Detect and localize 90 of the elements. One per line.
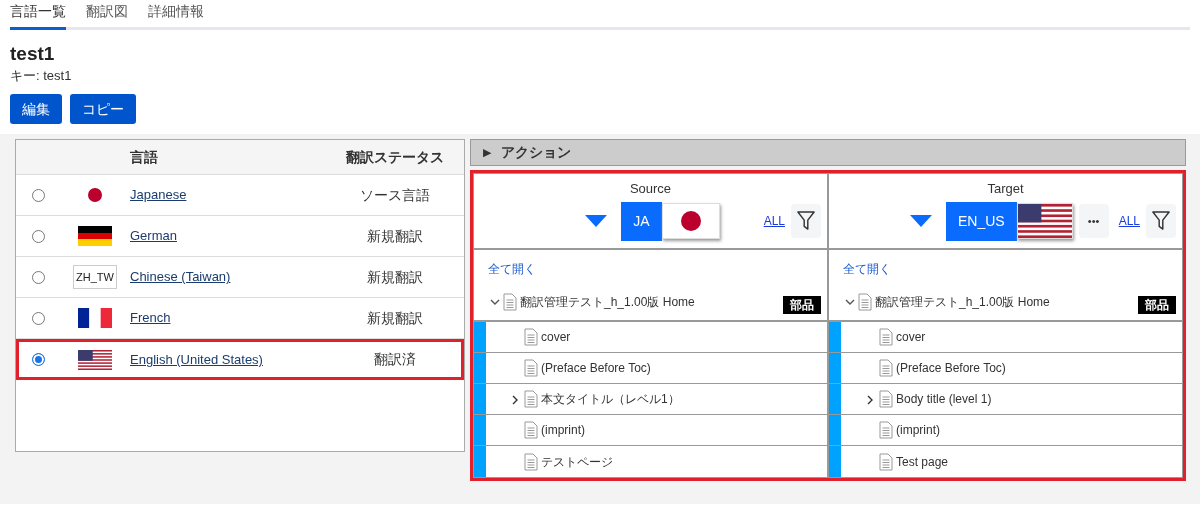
- tree-item[interactable]: (Preface Before Toc): [896, 359, 1006, 377]
- status-bar: [474, 415, 486, 445]
- document-icon: [879, 390, 893, 408]
- dropdown-icon[interactable]: [909, 214, 932, 228]
- copy-button[interactable]: コピー: [70, 94, 136, 124]
- status-bar: [829, 415, 841, 445]
- status-bar: [829, 353, 841, 383]
- all-link[interactable]: ALL: [1118, 212, 1140, 230]
- status-bar: [474, 384, 486, 414]
- expand-chevron-icon[interactable]: [512, 394, 518, 405]
- collapse-chevron-icon[interactable]: [490, 298, 500, 306]
- collapse-chevron-icon[interactable]: [845, 298, 855, 306]
- tree-item[interactable]: 本文タイトル（レベル1）: [541, 390, 680, 408]
- column-header: 言語: [130, 148, 158, 165]
- document-icon: [879, 452, 893, 471]
- flag-icon: [78, 308, 112, 328]
- language-link[interactable]: French: [130, 310, 171, 326]
- flag-icon: [78, 349, 112, 370]
- flag-icon: [88, 188, 102, 202]
- status-bar: [829, 446, 841, 477]
- expand-chevron-icon[interactable]: [867, 394, 873, 405]
- status-text: 新規翻訳: [366, 268, 423, 285]
- document-icon: [879, 421, 893, 439]
- status-bar: [829, 322, 841, 352]
- document-icon: [858, 293, 872, 311]
- flag-icon: [662, 204, 719, 238]
- status-text: 新規翻訳: [366, 227, 423, 244]
- flag-label: ZH_TW: [73, 264, 117, 290]
- status-text: ソース言語: [359, 186, 430, 203]
- status-bar: [829, 384, 841, 414]
- selected-row[interactable]: English (United States) 翻訳済: [16, 339, 464, 380]
- status-bar: [474, 353, 486, 383]
- flag-icon: [1017, 204, 1072, 238]
- edit-button[interactable]: 編集: [10, 94, 62, 124]
- pane-heading: Target: [987, 181, 1024, 196]
- document-icon: [524, 390, 538, 408]
- tab[interactable]: 詳細情報: [148, 1, 204, 30]
- document-icon: [879, 359, 893, 377]
- status-text: 翻訳済: [373, 351, 416, 367]
- language-code: EN_US: [945, 201, 1017, 241]
- expand-all-link[interactable]: 全て開く: [829, 250, 1182, 286]
- more-button[interactable]: •••: [1078, 204, 1109, 238]
- tree-item[interactable]: cover: [541, 328, 571, 346]
- document-icon: [524, 452, 538, 471]
- pane-heading: Source: [629, 181, 672, 196]
- language-link[interactable]: Chinese (Taiwan): [130, 269, 231, 285]
- filter-icon: [797, 210, 815, 232]
- status-bar: [474, 446, 486, 477]
- language-code: JA: [621, 201, 662, 241]
- document-icon: [879, 328, 893, 346]
- document-icon: [524, 359, 538, 377]
- tab[interactable]: 言語一覧: [10, 1, 66, 30]
- filter-button[interactable]: [791, 204, 821, 238]
- radio-button[interactable]: [31, 311, 45, 325]
- radio-button[interactable]: [31, 188, 45, 202]
- tree-item[interactable]: cover: [896, 328, 926, 346]
- key-label: キー: test1: [10, 67, 73, 85]
- tree-item[interactable]: Test page: [896, 452, 949, 471]
- language-link[interactable]: German: [130, 228, 177, 244]
- radio-button[interactable]: [31, 229, 45, 243]
- expand-icon: ▶: [483, 144, 492, 161]
- flag-icon: [78, 226, 112, 246]
- radio-button[interactable]: [31, 270, 45, 284]
- page-title: test1: [10, 42, 56, 66]
- language-link[interactable]: English (United States): [130, 351, 263, 367]
- status-bar: [474, 322, 486, 352]
- action-label: アクション: [501, 143, 572, 162]
- tree-item[interactable]: (Preface Before Toc): [541, 359, 651, 377]
- tag-label: 部品: [1138, 296, 1176, 314]
- language-link[interactable]: Japanese: [130, 187, 187, 203]
- all-link[interactable]: ALL: [763, 212, 785, 230]
- expand-all-link[interactable]: 全て開く: [474, 250, 827, 286]
- column-header: 翻訳ステータス: [345, 148, 444, 165]
- filter-icon: [1152, 210, 1170, 232]
- document-icon: [503, 293, 517, 311]
- tree-item[interactable]: テストページ: [541, 452, 613, 471]
- tree-item[interactable]: (imprint): [896, 421, 940, 439]
- tab[interactable]: 翻訳図: [86, 1, 128, 30]
- radio-button[interactable]: [31, 353, 45, 366]
- status-text: 新規翻訳: [366, 309, 423, 326]
- tree-item[interactable]: 翻訳管理テスト_h_1.00版 Home: [875, 293, 1050, 311]
- dropdown-icon[interactable]: [585, 214, 608, 228]
- tag-label: 部品: [783, 296, 821, 314]
- filter-button[interactable]: [1146, 204, 1176, 238]
- document-icon: [524, 421, 538, 439]
- action-bar[interactable]: ▶ アクション: [470, 139, 1186, 166]
- tree-item[interactable]: (imprint): [541, 421, 585, 439]
- tree-item[interactable]: 翻訳管理テスト_h_1.00版 Home: [520, 293, 695, 311]
- document-icon: [524, 328, 538, 346]
- tree-item[interactable]: Body title (level 1): [896, 390, 992, 408]
